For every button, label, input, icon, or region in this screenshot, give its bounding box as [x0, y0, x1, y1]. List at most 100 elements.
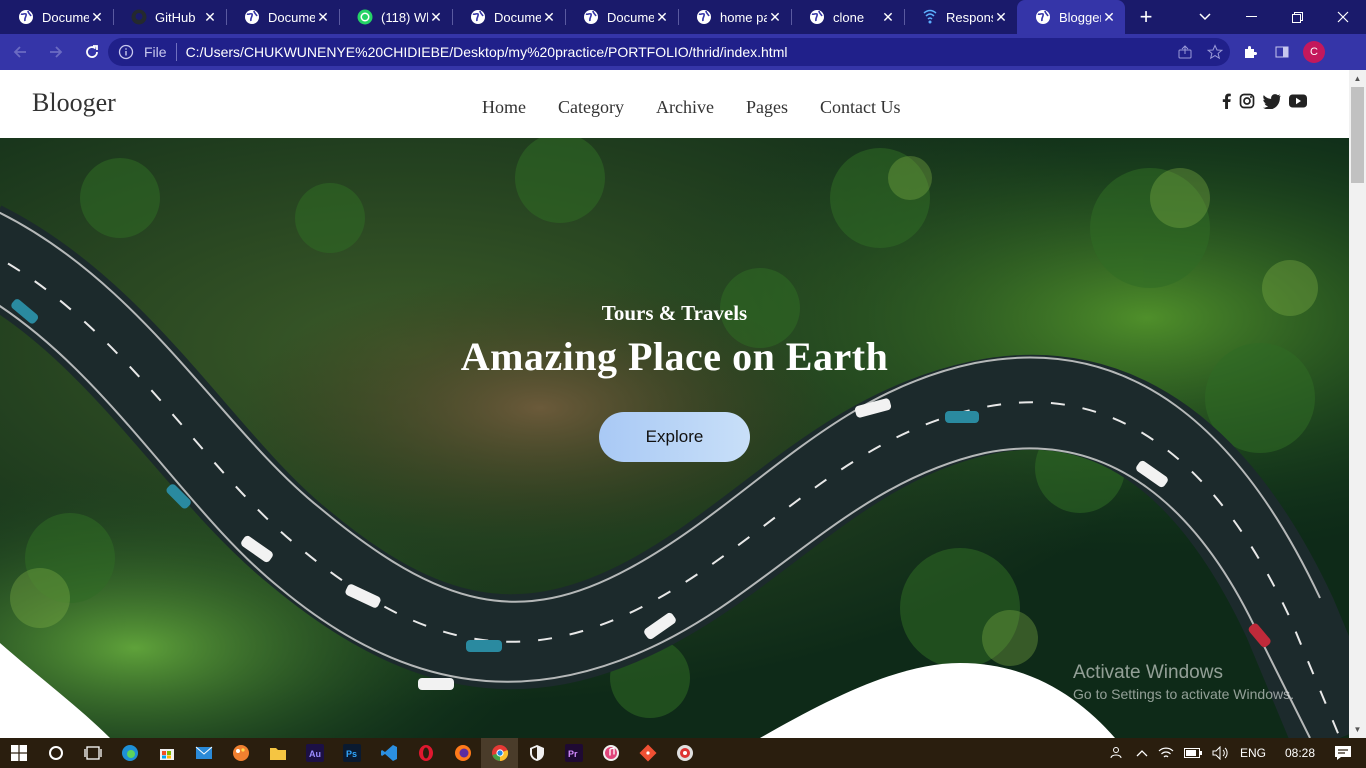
language-indicator[interactable]: ENG: [1240, 746, 1266, 760]
scroll-down-arrow-icon[interactable]: ▼: [1349, 721, 1366, 738]
tab-title: (118) WhatsApp: [381, 9, 428, 25]
globe-icon: [1035, 9, 1051, 25]
share-icon[interactable]: [1170, 44, 1200, 60]
nav-archive[interactable]: Archive: [656, 97, 714, 118]
browser-tab[interactable]: Blogger ✕: [1017, 0, 1125, 34]
new-tab-button[interactable]: +: [1131, 0, 1161, 34]
browser-tab[interactable]: Document✕: [226, 0, 339, 34]
windows-start-icon[interactable]: [0, 738, 37, 768]
minimize-button[interactable]: [1228, 0, 1274, 34]
vscode-icon[interactable]: [370, 738, 407, 768]
file-explorer-icon[interactable]: [259, 738, 296, 768]
nav-category[interactable]: Category: [558, 97, 624, 118]
nav-pages[interactable]: Pages: [746, 97, 788, 118]
close-tab-icon[interactable]: ✕: [993, 9, 1009, 26]
browser-tab[interactable]: Document✕: [0, 0, 113, 34]
tab-title: Document: [268, 9, 315, 25]
toolbar-right: C: [1234, 38, 1330, 66]
close-tab-icon[interactable]: ✕: [202, 9, 218, 26]
responsive-icon: [922, 9, 938, 25]
chrome-icon[interactable]: [481, 738, 518, 768]
profile-avatar[interactable]: C: [1298, 38, 1330, 66]
browser-toolbar: File C:/Users/CHUKWUNENYE%20CHIDIEBE/Des…: [0, 34, 1366, 70]
svg-text:Au: Au: [309, 749, 321, 759]
premiere-icon[interactable]: Pr: [555, 738, 592, 768]
wifi-icon[interactable]: [1158, 746, 1174, 760]
close-tab-icon[interactable]: ✕: [654, 9, 670, 26]
browser-tab[interactable]: Responsive✕: [904, 0, 1017, 34]
twitter-icon[interactable]: [1263, 92, 1281, 110]
youtube-icon[interactable]: [1289, 92, 1307, 110]
site-header: Blooger Home Category Archive Pages Cont…: [0, 70, 1349, 138]
paint-icon[interactable]: [222, 738, 259, 768]
info-icon[interactable]: [118, 44, 134, 60]
reload-button[interactable]: [76, 36, 108, 68]
task-view-icon[interactable]: [74, 738, 111, 768]
cortana-icon[interactable]: [37, 738, 74, 768]
close-tab-icon[interactable]: ✕: [89, 9, 105, 26]
globe-icon: [809, 9, 825, 25]
restore-button[interactable]: [1274, 0, 1320, 34]
bookmark-star-icon[interactable]: [1200, 44, 1230, 60]
globe-icon: [696, 9, 712, 25]
browser-tab[interactable]: (118) WhatsApp✕: [339, 0, 452, 34]
forward-button[interactable]: [40, 36, 72, 68]
browser-tab[interactable]: GitHub ✕: [113, 0, 226, 34]
audition-icon[interactable]: Au: [296, 738, 333, 768]
browser-tab[interactable]: Document✕: [565, 0, 678, 34]
tray-chevron-up-icon[interactable]: [1136, 749, 1148, 757]
scrollbar-thumb[interactable]: [1351, 87, 1364, 183]
scroll-up-arrow-icon[interactable]: ▲: [1349, 70, 1366, 87]
instagram-icon[interactable]: [1239, 92, 1255, 110]
web-page: Blooger Home Category Archive Pages Cont…: [0, 70, 1349, 738]
tab-title: home page: [720, 9, 767, 25]
nav-home[interactable]: Home: [482, 97, 526, 118]
battery-icon[interactable]: [1183, 748, 1202, 758]
whatsapp-icon: [357, 9, 373, 25]
tab-title: GitHub: [155, 9, 196, 25]
store-icon[interactable]: [148, 738, 185, 768]
facebook-icon[interactable]: [1222, 92, 1231, 110]
window-controls: [1228, 0, 1366, 34]
hero-title: Amazing Place on Earth: [460, 334, 889, 379]
people-icon[interactable]: [1110, 745, 1126, 761]
photoshop-icon[interactable]: Ps: [333, 738, 370, 768]
tab-title: Document: [42, 9, 89, 25]
main-navigation: Home Category Archive Pages Contact Us: [482, 97, 932, 118]
tab-search-chevron-icon[interactable]: [1193, 0, 1217, 34]
volume-icon[interactable]: [1212, 746, 1230, 760]
browser-tab[interactable]: home page✕: [678, 0, 791, 34]
back-button[interactable]: [4, 36, 36, 68]
edge-icon[interactable]: [111, 738, 148, 768]
firefox-icon[interactable]: [444, 738, 481, 768]
url-text[interactable]: C:/Users/CHUKWUNENYE%20CHIDIEBE/Desktop/…: [186, 44, 1170, 60]
nav-contact-us[interactable]: Contact Us: [820, 97, 901, 118]
close-tab-icon[interactable]: ✕: [767, 9, 783, 26]
git-icon[interactable]: [629, 738, 666, 768]
shield-icon[interactable]: [518, 738, 555, 768]
media-icon[interactable]: [666, 738, 703, 768]
clock[interactable]: 08:28: [1285, 746, 1315, 760]
browser-tab[interactable]: clone ✕: [791, 0, 904, 34]
site-logo[interactable]: Blooger: [32, 88, 116, 118]
itunes-icon[interactable]: [592, 738, 629, 768]
close-tab-icon[interactable]: ✕: [541, 9, 557, 26]
browser-tab[interactable]: Document✕: [452, 0, 565, 34]
extensions-puzzle-icon[interactable]: [1234, 38, 1266, 66]
close-tab-icon[interactable]: ✕: [315, 9, 331, 26]
opera-icon[interactable]: [407, 738, 444, 768]
side-panel-icon[interactable]: [1266, 38, 1298, 66]
mail-icon[interactable]: [185, 738, 222, 768]
page-scrollbar[interactable]: ▲ ▼: [1349, 70, 1366, 738]
close-tab-icon[interactable]: ✕: [880, 9, 896, 26]
activate-windows-title: Activate Windows: [1073, 662, 1223, 683]
svg-text:Pr: Pr: [568, 749, 578, 759]
tab-title: Document: [607, 9, 654, 25]
browser-tab-bar: Document✕GitHub✕Document✕(118) WhatsApp✕…: [0, 0, 1366, 34]
notifications-icon[interactable]: [1334, 745, 1352, 761]
address-bar[interactable]: File C:/Users/CHUKWUNENYE%20CHIDIEBE/Des…: [108, 38, 1230, 66]
close-window-button[interactable]: [1320, 0, 1366, 34]
explore-button[interactable]: Explore: [599, 412, 750, 462]
close-tab-icon[interactable]: ✕: [428, 9, 444, 26]
close-tab-icon[interactable]: ✕: [1101, 9, 1117, 26]
